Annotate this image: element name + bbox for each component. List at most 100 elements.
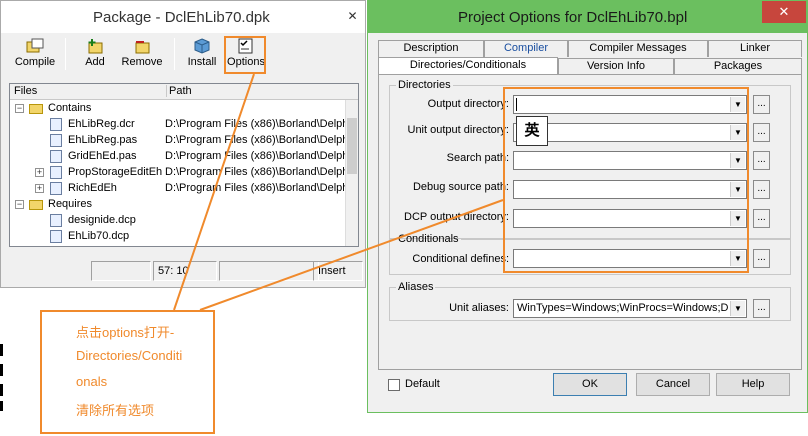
package-toolbar: Compile Add Remove Install Options [5,34,363,76]
dialog-title: Project Options for DclEhLib70.bpl [458,9,688,26]
tab-directories-conditionals[interactable]: Directories/Conditionals [378,57,558,75]
default-checkbox[interactable] [388,379,400,391]
tree-row-path: D:\Program Files (x86)\Borland\Delph [165,166,349,178]
install-button[interactable]: Install [181,34,223,74]
dcp-output-directory-label: DCP output directory: [404,211,509,223]
dialog-close-button[interactable]: ✕ [762,1,806,23]
package-window-title: Package - DclEhLib70.dpk [93,9,270,26]
annotation-line: 点击options打开- [76,325,175,340]
status-cursor-position: 57: 10 [153,261,217,281]
tree-row[interactable]: EhLib70.dcp [10,229,346,245]
search-path-browse-button[interactable]: ... [753,151,770,170]
annotation-callout: 点击options打开- Directories/Conditi onals 清… [40,310,215,434]
remove-label: Remove [121,56,163,68]
package-status-bar: 57: 10 Insert [91,261,363,283]
collapse-icon[interactable]: − [15,200,24,209]
conditionals-legend: Conditionals [398,233,459,245]
package-title-bar[interactable]: Package - DclEhLib70.dpk ✕ [1,1,365,33]
tree-row-name: designide.dcp [68,214,136,226]
add-icon [86,38,104,54]
tree-scrollbar-thumb[interactable] [347,118,357,174]
gutter-mark [0,401,3,411]
tree-row[interactable]: designide.dcp [10,213,346,229]
ok-button[interactable]: OK [553,373,627,396]
package-file-tree[interactable]: Files Path − Contains EhLibReg.dcr D:\Pr… [9,83,359,247]
file-icon [50,134,62,147]
expand-icon[interactable]: + [35,184,44,193]
aliases-legend: Aliases [398,281,434,293]
folder-icon [29,104,43,114]
annotation-line: 清除所有选项 [76,403,155,418]
tree-row-name: Contains [48,102,92,114]
package-close-button[interactable]: ✕ [344,9,361,26]
tree-row-path: D:\Program Files (x86)\Borland\Delph [165,182,349,194]
conditional-defines-label: Conditional defines: [412,253,509,265]
search-path-label: Search path: [446,152,509,164]
tab-linker[interactable]: Linker [708,40,802,57]
output-directory-label: Output directory: [427,98,509,110]
fields-highlight-box [503,87,749,273]
tree-row[interactable]: − Contains [10,101,346,117]
file-icon [50,166,62,179]
unit-aliases-combo[interactable]: WinTypes=Windows;WinProcs=Windows;Db ▼ [513,299,747,318]
compile-icon [26,38,44,54]
tree-row[interactable]: − Requires [10,197,346,213]
directories-legend: Directories [398,79,451,91]
file-icon [50,150,62,163]
column-files[interactable]: Files [14,85,37,97]
tree-row-name: GridEhEd.pas [68,150,137,162]
debug-source-path-browse-button[interactable]: ... [753,180,770,199]
status-panel-empty [91,261,151,281]
file-icon [50,214,62,227]
unit-aliases-value: WinTypes=Windows;WinProcs=Windows;Db [517,302,729,314]
annotation-line: onals [76,374,108,389]
tab-version-info[interactable]: Version Info [558,58,674,75]
column-path[interactable]: Path [166,85,192,97]
tree-row-name: RichEdEh [68,182,117,194]
tree-row[interactable]: EhLibReg.dcr D:\Program Files (x86)\Borl… [10,117,349,133]
tree-header: Files Path [10,84,358,100]
tree-row-name: EhLib70.dcp [68,230,130,242]
gutter-mark [0,364,3,376]
cancel-button[interactable]: Cancel [636,373,710,396]
output-directory-browse-button[interactable]: ... [753,95,770,114]
install-label: Install [187,56,217,68]
dropdown-arrow-icon[interactable]: ▼ [730,301,745,316]
unit-aliases-browse-button[interactable]: ... [753,299,770,318]
status-panel-empty [219,261,319,281]
help-button[interactable]: Help [716,373,790,396]
tree-row[interactable]: EhLibReg.pas D:\Program Files (x86)\Borl… [10,133,348,149]
file-icon [50,230,62,243]
toolbar-separator [65,38,66,70]
remove-button[interactable]: Remove [118,34,166,74]
folder-icon [29,200,43,210]
expand-icon[interactable]: + [35,168,44,177]
options-highlight-box [224,36,266,74]
tab-compiler-messages[interactable]: Compiler Messages [568,40,708,57]
debug-source-path-label: Debug source path: [412,181,509,193]
unit-output-directory-browse-button[interactable]: ... [753,123,770,142]
tab-packages[interactable]: Packages [674,58,802,75]
dcp-output-directory-browse-button[interactable]: ... [753,209,770,228]
tab-compiler[interactable]: Compiler [484,40,568,57]
tree-row-path: D:\Program Files (x86)\Borland\Delph [165,118,349,130]
conditional-defines-browse-button[interactable]: ... [753,249,770,268]
file-icon [50,118,62,131]
tree-row[interactable]: + RichEdEh D:\Program Files (x86)\Borlan… [10,181,349,197]
tab-description[interactable]: Description [378,40,484,57]
dialog-title-bar[interactable]: Project Options for DclEhLib70.bpl ✕ [368,1,807,33]
tree-row-name: PropStorageEditEh [68,166,162,178]
install-icon [193,38,211,54]
compile-button[interactable]: Compile [11,34,59,74]
gutter-mark [0,384,3,396]
add-button[interactable]: Add [75,34,115,74]
add-label: Add [85,56,105,68]
tree-row[interactable]: GridEhEd.pas D:\Program Files (x86)\Borl… [10,149,348,165]
tree-row-name: Requires [48,198,93,210]
collapse-icon[interactable]: − [15,104,24,113]
default-checkbox-label[interactable]: Default [405,378,440,390]
tree-row[interactable]: + PropStorageEditEh D:\Program Files (x8… [10,165,349,181]
unit-aliases-label: Unit aliases: [449,302,509,314]
gutter-mark [0,344,3,356]
compile-label: Compile [14,56,56,68]
